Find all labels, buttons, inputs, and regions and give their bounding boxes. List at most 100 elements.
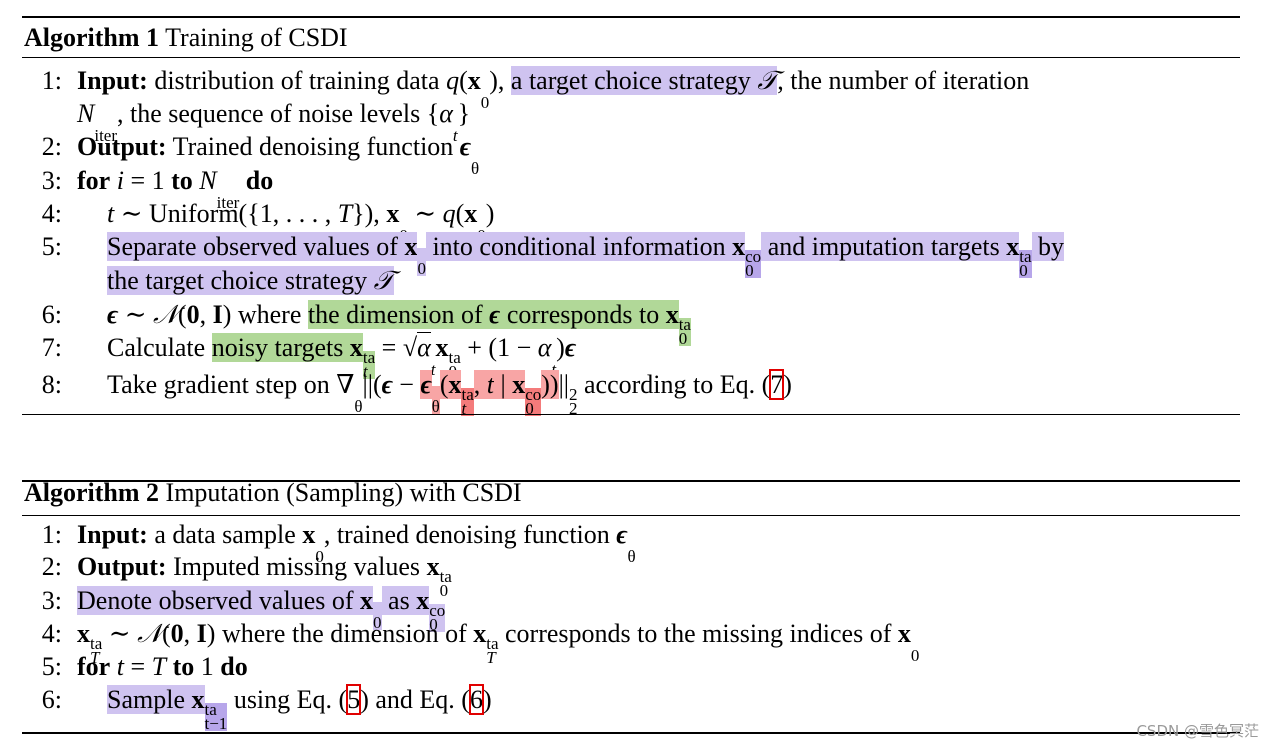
line-number: 4: xyxy=(41,199,62,228)
text-segment: ) where xyxy=(222,300,308,329)
subscript: 0 xyxy=(417,259,426,278)
text-segment: corresponds to the missing indices of xyxy=(498,619,898,648)
text-segment: ϵ xyxy=(420,370,432,399)
text-segment: N xyxy=(199,166,217,195)
text-segment: ) xyxy=(783,370,792,399)
text-segment: noisy targets xyxy=(211,333,350,362)
keyword: I xyxy=(212,300,223,329)
text-segment: using Eq. ( xyxy=(227,685,348,714)
text-segment: distribution of training data xyxy=(147,66,447,95)
text-segment: x xyxy=(426,552,440,581)
keyword: Input: xyxy=(77,66,148,95)
math-script: ta0 xyxy=(1019,248,1032,279)
subscript: 0 xyxy=(910,646,920,665)
text-segment: x xyxy=(191,685,205,714)
keyword: I xyxy=(196,619,207,648)
math-script: co 0 xyxy=(745,248,762,280)
text-segment: Sample xyxy=(107,685,192,714)
equation-reference-link[interactable]: 6 xyxy=(468,684,484,715)
subscript: 0 xyxy=(678,329,688,348)
text-segment: x xyxy=(512,370,526,399)
line-number: 4: xyxy=(41,619,62,648)
text-segment: ) xyxy=(556,333,565,362)
text-segment: + (1 − xyxy=(460,333,538,362)
math-script: ta0 xyxy=(678,316,691,348)
text-segment: , the number of iteration xyxy=(777,66,1030,95)
text-segment: )) xyxy=(541,370,559,399)
text-segment: x xyxy=(77,619,90,648)
text-segment: q xyxy=(442,199,456,228)
text-segment: x xyxy=(665,300,679,329)
text-segment: ||( xyxy=(362,370,382,399)
line-number: 2: xyxy=(41,132,62,161)
text-segment: q xyxy=(446,66,460,95)
alg1-title: Training of CSDI xyxy=(159,23,348,52)
text-segment: x xyxy=(360,586,374,615)
math-script: ta T xyxy=(486,635,498,666)
text-segment: ϵ xyxy=(564,333,576,362)
subscript: t−1 xyxy=(204,714,228,733)
text-segment: ϵ xyxy=(489,300,501,329)
text-segment: ϵ xyxy=(459,132,471,161)
keyword: for xyxy=(77,166,111,195)
text-segment: , trained denoising function xyxy=(323,520,617,549)
text-segment: ) xyxy=(485,199,495,228)
text-segment: T xyxy=(151,652,167,681)
text-segment: = 1 xyxy=(123,166,172,195)
math-script: 0 xyxy=(910,635,920,665)
math-script: θ xyxy=(431,386,440,415)
text-segment: Separate observed values of xyxy=(107,232,405,261)
text-segment: and imputation targets xyxy=(761,232,1007,261)
text-segment: ∼ xyxy=(118,300,153,329)
subscript: 0 xyxy=(745,261,754,280)
keyword: to xyxy=(171,166,193,195)
text-segment: x xyxy=(897,619,911,648)
text-segment: ( xyxy=(459,66,468,95)
equation-reference-link[interactable]: 7 xyxy=(769,369,785,400)
line-text: Take gradient step on ∇ θ ||(ϵ − ϵ θ (x ta t, … xyxy=(107,368,792,417)
text-segment: α xyxy=(439,99,453,128)
text-segment: 𝒯 xyxy=(373,266,394,295)
line-number: 2: xyxy=(41,552,62,581)
text-segment: , xyxy=(183,619,197,648)
keyword: to xyxy=(172,652,195,681)
text-segment: ϵ xyxy=(107,300,119,329)
math-script: θ xyxy=(354,386,362,415)
text-segment: 1 xyxy=(194,652,221,681)
text-segment: 𝒩 xyxy=(152,300,178,329)
text-segment: x xyxy=(464,199,478,228)
text-segment: i xyxy=(116,166,124,195)
text-segment: , xyxy=(473,370,487,399)
text-segment: , xyxy=(199,300,213,329)
keyword: Output: xyxy=(77,552,167,581)
text-segment: x xyxy=(416,586,430,615)
text-segment: x xyxy=(435,333,449,362)
keyword: do xyxy=(245,166,274,195)
text-segment: ∼ xyxy=(102,619,138,648)
math-script: ta t xyxy=(461,386,474,417)
text-segment: Take gradient step on ∇ xyxy=(107,370,355,399)
line-text: the target choice strategy 𝒯 xyxy=(107,264,394,298)
math-script: 0 xyxy=(481,82,490,111)
text-segment: ) where the dimension of xyxy=(206,619,474,648)
text-segment: the dimension of xyxy=(307,300,490,329)
equation-reference-link[interactable]: 5 xyxy=(346,684,362,715)
alg1-top-rule xyxy=(22,16,1240,18)
alg2-title: Imputation (Sampling) with CSDI xyxy=(159,478,522,507)
text-segment: , the sequence of noise levels { xyxy=(117,99,440,128)
alg1-header: Algorithm 1 Training of CSDI xyxy=(24,21,348,55)
keyword: 0 xyxy=(170,619,184,648)
line-text: Sample x ta t−1 using Eq. (5) and Eq. (6) xyxy=(107,683,492,733)
line-number: 5: xyxy=(41,652,62,681)
math-script: 0 xyxy=(417,248,426,278)
text-segment: Denote observed values of xyxy=(77,586,361,615)
text-segment: ( xyxy=(162,619,171,648)
text-segment: ), xyxy=(489,66,511,95)
line-number: 6: xyxy=(41,300,62,329)
math-script: θ xyxy=(471,148,479,177)
keyword: 0 xyxy=(186,300,200,329)
line-number: 1: xyxy=(41,520,62,549)
line-number: 5: xyxy=(41,232,62,261)
alg2-label: Algorithm 2 xyxy=(24,478,160,507)
text-segment: the target choice strategy xyxy=(107,266,374,295)
